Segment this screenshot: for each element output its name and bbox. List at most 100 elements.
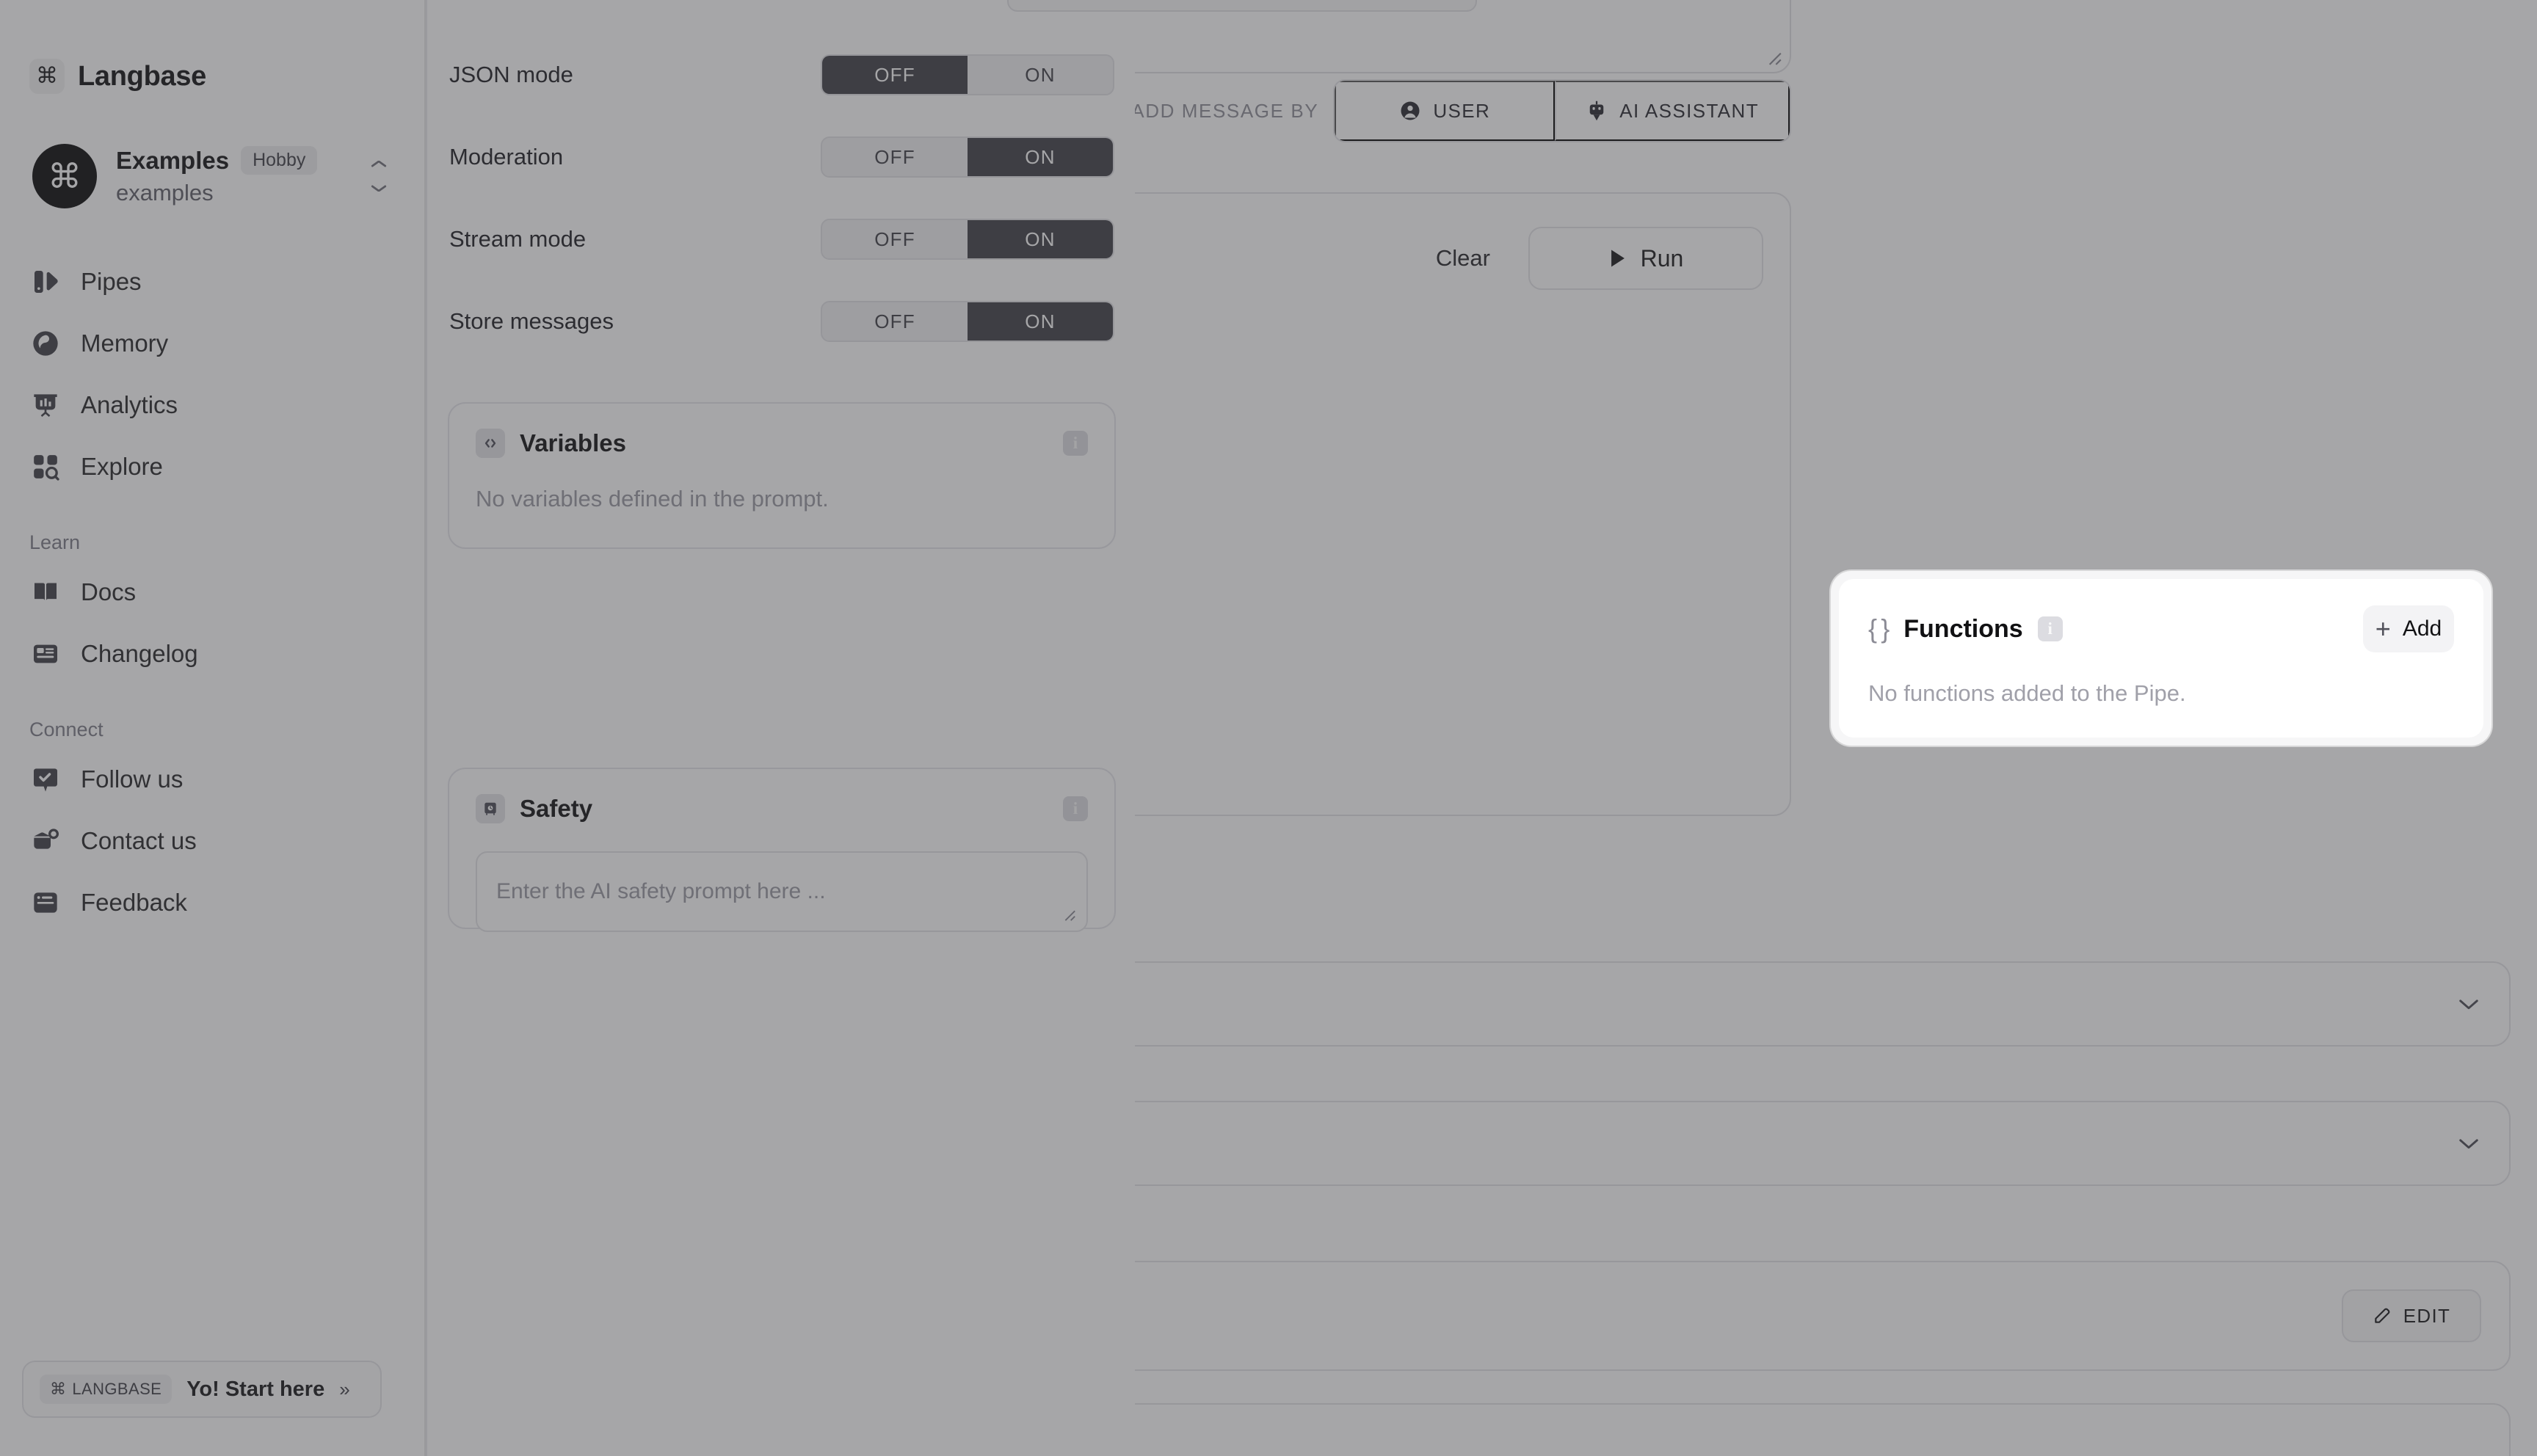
curly-braces-icon: { }	[1868, 614, 1890, 644]
store-messages-off[interactable]: OFF	[822, 302, 968, 341]
langbase-chip: ⌘ LANGBASE	[40, 1375, 173, 1404]
avatar: ⌘	[32, 144, 97, 208]
setting-label: JSON mode	[449, 62, 573, 87]
langbase-chip-label: LANGBASE	[72, 1380, 162, 1398]
safety-prompt-input[interactable]: Enter the AI safety prompt here ...	[476, 851, 1088, 932]
functions-empty-text: No functions added to the Pipe.	[1868, 680, 2186, 706]
variables-title: Variables	[520, 429, 626, 456]
sidebar-item-label: Memory	[81, 330, 169, 357]
safety-icon	[476, 794, 505, 823]
sidebar-group-learn: Learn	[29, 531, 81, 553]
add-message-label: ADD MESSAGE BY	[1131, 99, 1319, 122]
readme-edit-button[interactable]: EDIT	[2342, 1289, 2481, 1342]
sidebar-item-analytics[interactable]: Analytics	[0, 374, 424, 436]
moderation-on[interactable]: ON	[968, 138, 1113, 176]
info-icon[interactable]: i	[2037, 616, 2063, 641]
clear-button[interactable]: Clear	[1415, 233, 1511, 283]
resize-handle-icon[interactable]	[1060, 906, 1079, 925]
feedback-icon	[29, 887, 62, 919]
org-text: Examples Hobby examples	[116, 146, 346, 206]
analytics-icon	[29, 389, 62, 421]
json-mode-off[interactable]: OFF	[822, 56, 968, 94]
functions-card-highlight: { } Functions i + Add No functions added…	[1831, 571, 2491, 746]
sidebar-group-connect: Connect	[29, 718, 104, 740]
store-messages-toggle[interactable]: OFF ON	[821, 301, 1114, 342]
check-bubble-icon	[29, 763, 62, 796]
chevron-down-icon[interactable]	[2456, 997, 2481, 1011]
type-select[interactable]	[1007, 0, 1477, 12]
add-message-user-label: USER	[1433, 99, 1491, 122]
stream-mode-toggle[interactable]: OFF ON	[821, 219, 1114, 260]
variables-empty-text: No variables defined in the prompt.	[476, 486, 829, 512]
run-button-label: Run	[1640, 244, 1684, 272]
sidebar-item-label: Pipes	[81, 268, 142, 295]
sidebar-nav-primary: Pipes Memory Analytics Explore	[0, 251, 424, 498]
json-mode-on[interactable]: ON	[968, 56, 1113, 94]
variables-card: Variables i No variables defined in the …	[448, 402, 1116, 549]
safety-title: Safety	[520, 795, 593, 822]
readme-edit-label: EDIT	[2403, 1304, 2451, 1327]
sidebar-item-label: Follow us	[81, 765, 184, 793]
sidebar-item-feedback[interactable]: Feedback	[0, 872, 424, 933]
org-slug: examples	[116, 180, 214, 205]
store-messages-on[interactable]: ON	[968, 302, 1113, 341]
org-name: Examples	[116, 146, 230, 174]
sidebar-item-pipes[interactable]: Pipes	[0, 251, 424, 313]
right-settings-panel: JSON mode OFF ON Moderation OFF ON Strea…	[426, 0, 1477, 1456]
book-icon	[29, 576, 62, 608]
functions-card: { } Functions i + Add No functions added…	[1839, 579, 2483, 738]
code-brackets-icon	[476, 429, 505, 458]
info-icon[interactable]: i	[1063, 796, 1088, 821]
org-switcher[interactable]: ⌘ Examples Hobby examples	[29, 139, 395, 213]
sidebar: ⌘ Langbase ⌘ Examples Hobby examples Pip…	[0, 0, 426, 1456]
sidebar-item-label: Feedback	[81, 889, 187, 916]
sidebar-item-label: Analytics	[81, 391, 178, 418]
add-message-ai-assistant-button[interactable]: AI ASSISTANT	[1555, 81, 1790, 141]
sidebar-item-explore[interactable]: Explore	[0, 436, 424, 498]
command-icon: ⌘	[29, 59, 65, 94]
brand-name: Langbase	[78, 60, 206, 92]
start-here-banner[interactable]: ⌘ LANGBASE Yo! Start here »	[22, 1361, 382, 1418]
sidebar-item-label: Contact us	[81, 827, 197, 854]
robot-icon	[1586, 100, 1608, 122]
info-icon[interactable]: i	[1063, 431, 1088, 456]
chevron-down-icon[interactable]	[2456, 1136, 2481, 1151]
play-icon	[1608, 248, 1627, 269]
command-icon: ⌘	[50, 1380, 67, 1398]
setting-row-store-messages: Store messages OFF ON	[449, 299, 1114, 343]
functions-header: { } Functions i + Add	[1868, 605, 2454, 652]
double-chevron-right-icon: »	[339, 1377, 350, 1400]
plan-badge: Hobby	[241, 146, 318, 175]
brand[interactable]: ⌘ Langbase	[0, 0, 424, 94]
add-function-label: Add	[2402, 616, 2442, 641]
stream-mode-on[interactable]: ON	[968, 220, 1113, 258]
sidebar-item-contact-us[interactable]: Contact us	[0, 810, 424, 872]
sidebar-item-label: Docs	[81, 578, 137, 605]
stream-mode-off[interactable]: OFF	[822, 220, 968, 258]
add-message-segmented: USER AI ASSISTANT	[1333, 79, 1791, 142]
pencil-icon	[2373, 1306, 2392, 1325]
safety-placeholder: Enter the AI safety prompt here ...	[496, 879, 826, 903]
run-button[interactable]: Run	[1528, 227, 1763, 290]
sidebar-item-docs[interactable]: Docs	[0, 561, 424, 623]
sidebar-item-follow-us[interactable]: Follow us	[0, 749, 424, 810]
sidebar-item-memory[interactable]: Memory	[0, 313, 424, 374]
sidebar-nav-connect: Follow us Contact us Feedback	[0, 749, 424, 933]
add-message-user-button[interactable]: USER	[1335, 81, 1556, 141]
sidebar-item-changelog[interactable]: Changelog	[0, 623, 424, 685]
functions-title: Functions	[1903, 614, 2023, 643]
sidebar-item-label: Explore	[81, 453, 163, 480]
setting-row-stream-mode: Stream mode OFF ON	[449, 217, 1114, 261]
moderation-off[interactable]: OFF	[822, 138, 968, 176]
contact-icon	[29, 825, 62, 857]
resize-handle-icon[interactable]	[1763, 47, 1782, 66]
chevron-up-down-icon[interactable]	[366, 161, 392, 192]
add-function-button[interactable]: + Add	[2363, 605, 2454, 652]
pipes-icon	[29, 266, 62, 298]
moderation-toggle[interactable]: OFF ON	[821, 136, 1114, 178]
setting-label: Store messages	[449, 308, 614, 334]
json-mode-toggle[interactable]: OFF ON	[821, 54, 1114, 95]
safety-header: Safety i	[476, 794, 1088, 823]
plus-icon: +	[2375, 614, 2391, 644]
memory-icon	[29, 327, 62, 360]
